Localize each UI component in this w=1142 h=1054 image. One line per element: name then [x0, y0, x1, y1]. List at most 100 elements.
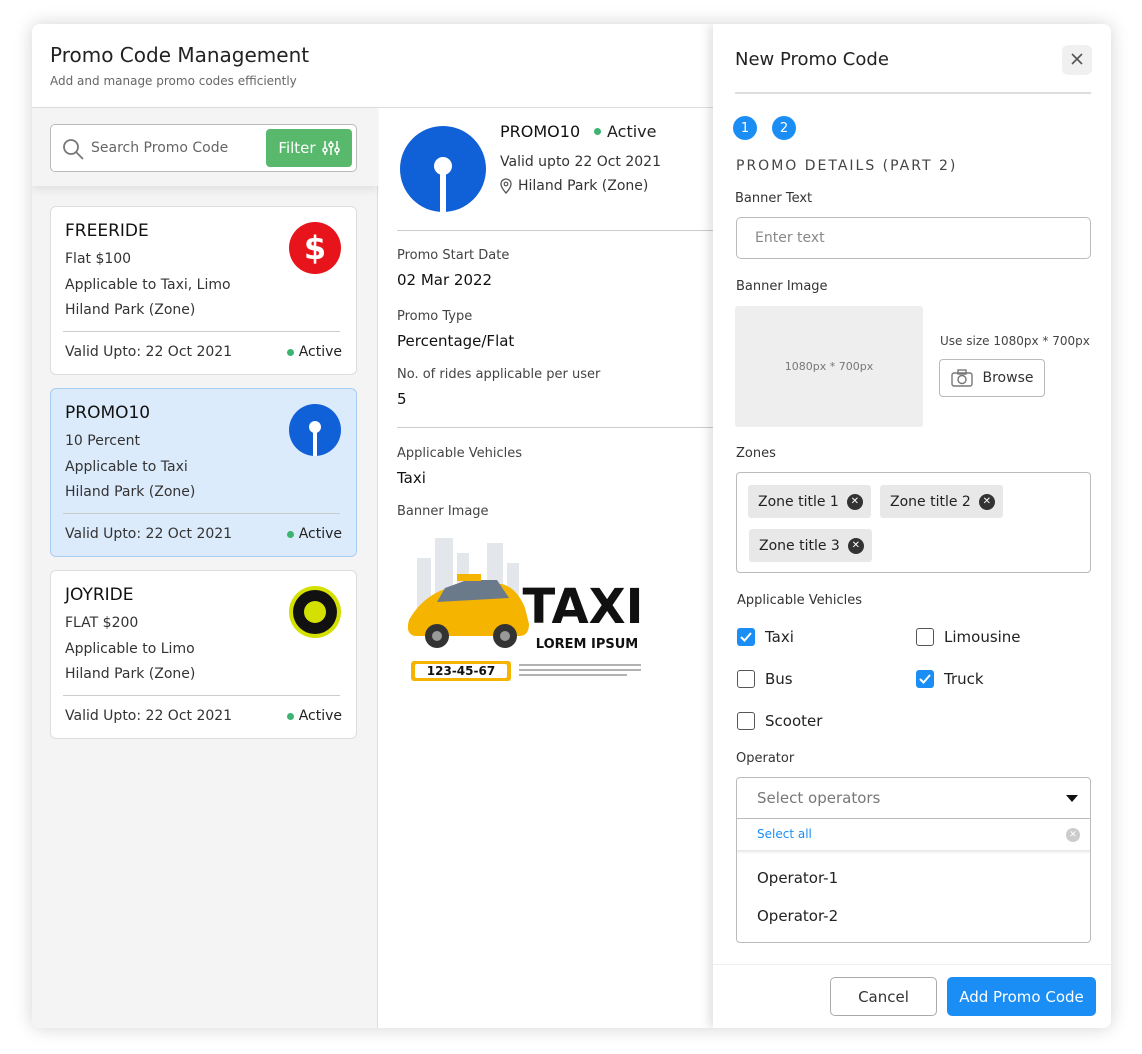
promo-zone: Hiland Park (Zone)	[65, 302, 196, 318]
status-label: Active	[298, 526, 342, 542]
filter-label: Filter	[278, 139, 316, 157]
promo-list-panel: Filter FREERIDE Flat $100 Applicable to …	[32, 108, 378, 1028]
step-indicator-1[interactable]: 1	[733, 116, 757, 140]
browse-label: Browse	[982, 370, 1034, 386]
promo-card-joyride[interactable]: JOYRIDE FLAT $200 Applicable to Limo Hil…	[50, 570, 357, 739]
operator-label: Operator	[736, 751, 795, 766]
detail-promo-code: PROMO10	[500, 122, 581, 141]
step-indicator-2[interactable]: 2	[772, 116, 796, 140]
vehicles-value: Taxi	[397, 469, 426, 487]
banner-image-label: Banner Image	[736, 279, 828, 294]
zone-chip: Zone title 2 ✕	[880, 485, 1003, 518]
detail-divider	[397, 230, 713, 231]
app-window: Promo Code Management Add and manage pro…	[32, 24, 1111, 1028]
status-badge: Active	[286, 344, 342, 360]
image-size-hint: Use size 1080px * 700px	[940, 334, 1090, 348]
remove-chip-icon[interactable]: ✕	[978, 493, 995, 510]
promo-code: JOYRIDE	[65, 585, 134, 605]
banner-headline: TAXI	[522, 579, 643, 635]
keyhole-logo-icon	[400, 126, 486, 213]
search-box: Filter	[50, 124, 357, 172]
checkbox-unchecked-icon[interactable]	[916, 628, 934, 646]
banner-tagline: LOREM IPSUM	[536, 637, 638, 652]
page-header: Promo Code Management Add and manage pro…	[32, 24, 713, 108]
promo-vehicles: Applicable to Limo	[65, 641, 195, 657]
promo-detail-panel: PROMO10 Active Valid upto 22 Oct 2021 Hi…	[379, 108, 713, 1028]
new-promo-drawer: New Promo Code 1 2 PROMO DETAILS (PART 2…	[713, 24, 1111, 1028]
close-button[interactable]	[1062, 45, 1092, 75]
zones-multiselect[interactable]: Zone title 1 ✕ Zone title 2 ✕ Zone title…	[736, 472, 1091, 573]
vehicle-checkbox-bus[interactable]: Bus	[737, 670, 793, 688]
dollar-coin-icon: $	[289, 222, 341, 274]
banner-image-label: Banner Image	[397, 504, 489, 519]
status-label: Active	[298, 344, 342, 360]
ring-logo-icon	[289, 586, 341, 638]
remove-chip-icon[interactable]: ✕	[846, 493, 863, 510]
checkbox-checked-icon[interactable]	[916, 670, 934, 688]
promo-type-value: Percentage/Flat	[397, 332, 515, 350]
search-input[interactable]	[91, 135, 261, 161]
operator-option[interactable]: Operator-1	[757, 869, 838, 887]
close-icon	[1071, 52, 1083, 65]
rides-label: No. of rides applicable per user	[397, 367, 601, 382]
vehicle-checkbox-taxi[interactable]: Taxi	[737, 628, 794, 646]
checkbox-label: Limousine	[944, 628, 1021, 646]
cancel-button[interactable]: Cancel	[830, 977, 937, 1016]
browse-button[interactable]: Browse	[939, 359, 1045, 397]
vehicle-checkbox-limousine[interactable]: Limousine	[916, 628, 1021, 646]
operator-select[interactable]: Select operators	[737, 778, 1090, 819]
promo-vehicles: Applicable to Taxi	[65, 459, 188, 475]
page-subtitle: Add and manage promo codes efficiently	[50, 74, 297, 88]
checkbox-checked-icon[interactable]	[737, 628, 755, 646]
start-date-value: 02 Mar 2022	[397, 271, 493, 289]
select-all-link[interactable]: Select all	[757, 827, 812, 841]
card-divider	[63, 331, 340, 332]
promo-card-promo10[interactable]: PROMO10 10 Percent Applicable to Taxi Hi…	[50, 388, 357, 557]
promo-card-freeride[interactable]: FREERIDE Flat $100 Applicable to Taxi, L…	[50, 206, 357, 375]
caret-down-icon[interactable]	[1066, 795, 1078, 802]
search-bar-area: Filter	[32, 108, 378, 186]
detail-valid-date: Valid upto 22 Oct 2021	[500, 154, 661, 170]
zone-chip: Zone title 3 ✕	[749, 529, 872, 562]
add-promo-code-button[interactable]: Add Promo Code	[947, 977, 1096, 1016]
applicable-vehicles-label: Applicable Vehicles	[737, 593, 862, 608]
status-badge: Active	[286, 526, 342, 542]
rides-value: 5	[397, 390, 407, 408]
zone-chip-label: Zone title 1	[758, 493, 839, 510]
promo-valid-date: Valid Upto: 22 Oct 2021	[65, 708, 233, 724]
detail-divider	[397, 427, 713, 428]
taxi-banner-image: TAXI LOREM IPSUM 123-45-67	[397, 528, 651, 703]
main-panel: Promo Code Management Add and manage pro…	[32, 24, 713, 1028]
banner-text-label: Banner Text	[735, 191, 813, 206]
promo-value: FLAT $200	[65, 615, 139, 631]
active-dot-icon	[286, 348, 294, 356]
vehicle-checkbox-truck[interactable]: Truck	[916, 670, 984, 688]
promo-type-label: Promo Type	[397, 309, 473, 324]
promo-vehicles: Applicable to Taxi, Limo	[65, 277, 231, 293]
card-divider	[63, 513, 340, 514]
svg-text:$: $	[304, 229, 326, 267]
checkbox-label: Bus	[765, 670, 793, 688]
operator-option[interactable]: Operator-2	[757, 907, 838, 925]
drawer-title: New Promo Code	[735, 49, 889, 70]
detail-zone: Hiland Park (Zone)	[500, 178, 648, 194]
promo-code: FREERIDE	[65, 221, 149, 241]
clear-icon[interactable]: ✕	[1066, 828, 1080, 842]
checkbox-label: Scooter	[765, 712, 823, 730]
zones-label: Zones	[736, 446, 776, 461]
checkbox-unchecked-icon[interactable]	[737, 670, 755, 688]
banner-phone: 123-45-67	[427, 664, 495, 678]
promo-value: 10 Percent	[65, 433, 140, 449]
dropdown-divider	[737, 850, 1090, 854]
promo-code: PROMO10	[65, 403, 151, 423]
banner-text-input[interactable]	[736, 217, 1091, 259]
zone-chip: Zone title 1 ✕	[748, 485, 871, 518]
banner-image-placeholder[interactable]: 1080px * 700px	[735, 306, 923, 427]
filter-button[interactable]: Filter	[266, 129, 352, 167]
card-divider	[63, 695, 340, 696]
checkbox-unchecked-icon[interactable]	[737, 712, 755, 730]
promo-zone: Hiland Park (Zone)	[65, 666, 196, 682]
active-dot-icon	[286, 530, 294, 538]
vehicle-checkbox-scooter[interactable]: Scooter	[737, 712, 822, 730]
remove-chip-icon[interactable]: ✕	[847, 537, 864, 554]
